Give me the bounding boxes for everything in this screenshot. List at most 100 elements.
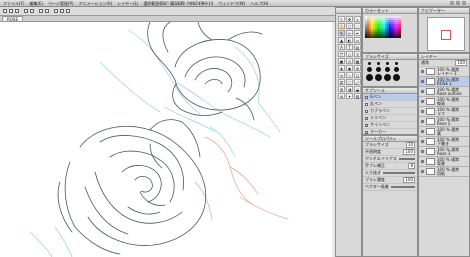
eye-icon[interactable] bbox=[421, 70, 424, 73]
zoom-window-button[interactable] bbox=[462, 1, 466, 5]
tool-button[interactable]: ◐ bbox=[346, 37, 353, 43]
navigator-viewport-frame[interactable] bbox=[441, 30, 451, 40]
property-value[interactable]: 10 bbox=[405, 142, 415, 148]
layer-row[interactable]: 100 % 通常 Rose outline bbox=[419, 87, 469, 97]
tool-button[interactable]: ▭ bbox=[354, 37, 361, 43]
minimize-window-button[interactable] bbox=[456, 1, 460, 5]
tool-button[interactable]: A bbox=[338, 44, 345, 50]
tool-button[interactable]: ▲ bbox=[338, 37, 345, 43]
transform-icon[interactable] bbox=[45, 9, 49, 13]
tool-button[interactable]: T bbox=[346, 44, 353, 50]
property-slider[interactable] bbox=[398, 158, 415, 160]
tool-button[interactable]: ▤ bbox=[354, 44, 361, 50]
tool-button[interactable]: ◈ bbox=[338, 65, 345, 71]
brush-size-preset[interactable] bbox=[395, 62, 398, 65]
brush-size-preset[interactable] bbox=[394, 67, 399, 72]
tool-button[interactable]: ✥ bbox=[346, 16, 353, 22]
sub-tool-item[interactable]: 丸ペン bbox=[363, 101, 417, 108]
tool-button[interactable]: ◑ bbox=[346, 86, 353, 92]
new-file-icon[interactable] bbox=[3, 9, 7, 13]
layer-row[interactable]: 100 % 通常 レイヤー 1 bbox=[419, 67, 469, 77]
brush-size-preset[interactable] bbox=[375, 74, 382, 81]
snap-ruler-icon[interactable] bbox=[54, 9, 58, 13]
tool-button[interactable]: ✕ bbox=[354, 51, 361, 57]
tool-button[interactable]: ▧ bbox=[354, 93, 361, 99]
tool-button[interactable]: ⤢ bbox=[354, 79, 361, 85]
open-file-icon[interactable] bbox=[9, 9, 13, 13]
layer-row[interactable]: 100 % 通常 下書き bbox=[419, 137, 469, 147]
close-window-button[interactable] bbox=[450, 1, 454, 5]
sub-tool-item[interactable]: ミリペン bbox=[363, 115, 417, 122]
brush-size-preset[interactable] bbox=[366, 74, 373, 81]
tool-button[interactable]: ▢ bbox=[346, 79, 353, 85]
layer-row[interactable]: 100 % 通常 用紙 bbox=[419, 167, 469, 177]
tool-button[interactable]: ✦ bbox=[346, 93, 353, 99]
eye-icon[interactable] bbox=[421, 90, 424, 93]
redo-icon[interactable] bbox=[30, 9, 34, 13]
clear-icon[interactable] bbox=[39, 9, 43, 13]
tool-button[interactable]: ✏ bbox=[346, 30, 353, 36]
tool-button[interactable]: ▣ bbox=[338, 58, 345, 64]
tool-button[interactable]: ↖ bbox=[338, 16, 345, 22]
tool-button[interactable]: ⊙ bbox=[346, 58, 353, 64]
layer-row[interactable]: 100 % 通常 線画 bbox=[419, 97, 469, 107]
tool-button[interactable]: ✒ bbox=[354, 30, 361, 36]
tool-button[interactable]: ✎ bbox=[338, 30, 345, 36]
layer-row[interactable]: 100 % 通常 ROSE 1 bbox=[419, 77, 469, 87]
tool-button[interactable]: ⌁ bbox=[346, 72, 353, 78]
tool-button[interactable]: ◒ bbox=[354, 86, 361, 92]
brush-size-preset[interactable] bbox=[384, 74, 391, 81]
brush-size-preset[interactable] bbox=[376, 67, 381, 72]
brush-size-preset[interactable] bbox=[386, 62, 389, 65]
eye-icon[interactable] bbox=[421, 110, 424, 113]
layer-opacity-field[interactable]: 100 bbox=[455, 60, 467, 66]
eye-icon[interactable] bbox=[421, 140, 424, 143]
undo-icon[interactable] bbox=[24, 9, 28, 13]
tool-button[interactable]: ◇ bbox=[346, 51, 353, 57]
snap-grid-icon[interactable] bbox=[60, 9, 64, 13]
brush-size-preset[interactable] bbox=[377, 62, 380, 65]
eye-icon[interactable] bbox=[421, 170, 424, 173]
property-slider[interactable] bbox=[383, 172, 415, 174]
tab-rose[interactable]: ROSE bbox=[2, 16, 23, 22]
drawing-canvas[interactable] bbox=[0, 22, 332, 257]
eye-icon[interactable] bbox=[421, 150, 424, 153]
tool-button[interactable]: ⎚ bbox=[338, 79, 345, 85]
property-slider[interactable] bbox=[390, 186, 415, 188]
tool-button[interactable]: ⤧ bbox=[338, 51, 345, 57]
tool-button[interactable]: ⊕ bbox=[354, 65, 361, 71]
navigator-preview[interactable] bbox=[427, 17, 465, 51]
snap-perspective-icon[interactable] bbox=[66, 9, 70, 13]
eye-icon[interactable] bbox=[421, 130, 424, 133]
sub-tool-item[interactable]: カブラペン bbox=[363, 108, 417, 115]
property-value[interactable]: 100 bbox=[403, 177, 415, 183]
eye-icon[interactable] bbox=[421, 160, 424, 163]
tool-button[interactable]: ◻ bbox=[346, 23, 353, 29]
layer-mode-select[interactable]: 通常 bbox=[421, 60, 429, 66]
layer-row[interactable]: 100 % 通常 背景 bbox=[419, 157, 469, 167]
brush-size-preset[interactable] bbox=[393, 74, 400, 81]
tool-button[interactable]: ⊛ bbox=[338, 93, 345, 99]
brush-size-preset[interactable] bbox=[368, 62, 371, 65]
tool-button[interactable]: ◉ bbox=[346, 65, 353, 71]
color-swatches[interactable] bbox=[363, 14, 417, 40]
tool-button[interactable]: ☐ bbox=[354, 72, 361, 78]
eye-icon[interactable] bbox=[421, 80, 424, 83]
layer-row[interactable]: 100 % 通常葉 bbox=[419, 127, 469, 137]
layer-row[interactable]: 100 % 通常 ラフ bbox=[419, 107, 469, 117]
tool-button[interactable]: ⊞ bbox=[338, 86, 345, 92]
sub-tool-item[interactable]: Gペン bbox=[363, 94, 417, 101]
property-value[interactable]: 8 bbox=[408, 163, 415, 169]
brush-size-preset[interactable] bbox=[385, 67, 390, 72]
tool-button[interactable]: ⌕ bbox=[354, 16, 361, 22]
layer-row[interactable]: 100 % 通常 Rose 2 bbox=[419, 117, 469, 127]
tool-button[interactable]: ⬚ bbox=[354, 23, 361, 29]
brush-size-preset[interactable] bbox=[367, 67, 372, 72]
tool-button[interactable]: ▦ bbox=[354, 58, 361, 64]
color-swatch[interactable] bbox=[399, 36, 401, 38]
property-value[interactable]: 100 bbox=[403, 149, 415, 155]
eye-icon[interactable] bbox=[421, 120, 424, 123]
tool-button[interactable]: ≡ bbox=[338, 72, 345, 78]
layer-row[interactable]: 100 % 通常 Rose 3 bbox=[419, 147, 469, 157]
sub-tool-item[interactable]: サインペン bbox=[363, 122, 417, 129]
